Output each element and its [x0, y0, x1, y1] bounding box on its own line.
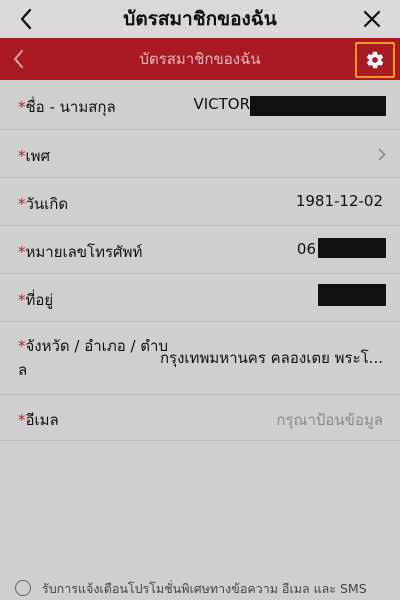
- address-label: *ที่อยู่: [18, 288, 53, 312]
- row-phone[interactable]: *หมายเลขโทรศัพท์ 06: [0, 226, 400, 274]
- member-form: *ชื่อ - นามสกุล VICTOR *เพศ *วันเกิด 198…: [0, 80, 400, 441]
- gender-label-text: เพศ: [25, 147, 51, 165]
- required-marker: *: [18, 147, 26, 165]
- gear-icon: [366, 51, 384, 69]
- address-label-text: ที่อยู่: [25, 291, 54, 309]
- consent-text: รับการแจ้งเตือนโปรโมชั่นพิเศษทางข้อความ …: [42, 581, 367, 596]
- phone-label: *หมายเลขโทรศัพท์: [18, 240, 142, 264]
- consent-radio[interactable]: [15, 580, 31, 596]
- page-title: บัตรสมาชิกของฉัน: [139, 50, 261, 68]
- chevron-left-icon: [14, 50, 23, 68]
- window-title: บัตรสมาชิกของฉัน: [123, 8, 277, 30]
- consent-row[interactable]: รับการแจ้งเตือนโปรโมชั่นพิเศษทางข้อความ …: [0, 570, 400, 600]
- birthday-value: 1981-12-02: [295, 192, 383, 210]
- province-label-line2: ล: [18, 361, 28, 379]
- header-back-button[interactable]: [8, 46, 30, 72]
- name-label-text: ชื่อ - นามสกุล: [25, 98, 116, 116]
- window-close-button[interactable]: [358, 4, 386, 34]
- row-email[interactable]: *อีเมล กรุณาป้อนข้อมูล: [0, 395, 400, 441]
- required-marker: *: [18, 411, 26, 429]
- name-label: *ชื่อ - นามสกุล: [18, 95, 116, 119]
- required-marker: *: [18, 195, 26, 213]
- redacted-surname: [250, 96, 386, 116]
- row-birthday[interactable]: *วันเกิด 1981-12-02: [0, 178, 400, 226]
- row-address[interactable]: *ที่อยู่: [0, 274, 400, 322]
- page-header: บัตรสมาชิกของฉัน: [0, 38, 400, 80]
- email-input[interactable]: กรุณาป้อนข้อมูล: [276, 408, 383, 432]
- email-label-text: อีเมล: [25, 411, 59, 429]
- province-label: *จังหวัด / อำเภอ / ตำบ ล: [18, 334, 168, 382]
- required-marker: *: [18, 243, 26, 261]
- name-value: VICTOR: [193, 95, 250, 113]
- window-titlebar: บัตรสมาชิกของฉัน: [0, 0, 400, 38]
- settings-button[interactable]: [355, 42, 395, 78]
- required-marker: *: [18, 98, 26, 116]
- required-marker: *: [18, 337, 26, 355]
- birthday-label-text: วันเกิด: [25, 195, 69, 213]
- close-icon: [363, 10, 381, 28]
- window-back-button[interactable]: [14, 4, 38, 34]
- required-marker: *: [18, 291, 26, 309]
- province-value: กรุงเทพมหานคร คลองเตย พระโ...: [159, 349, 383, 367]
- redacted-phone: [318, 238, 386, 258]
- gender-label: *เพศ: [18, 144, 50, 168]
- row-province[interactable]: *จังหวัด / อำเภอ / ตำบ ล กรุงเทพมหานคร ค…: [0, 322, 400, 395]
- row-gender[interactable]: *เพศ: [0, 130, 400, 178]
- email-label: *อีเมล: [18, 408, 59, 432]
- chevron-right-icon: [378, 148, 386, 161]
- birthday-label: *วันเกิด: [18, 192, 68, 216]
- phone-label-text: หมายเลขโทรศัพท์: [25, 243, 143, 261]
- redacted-address: [318, 284, 386, 306]
- row-name[interactable]: *ชื่อ - นามสกุล VICTOR: [0, 80, 400, 130]
- phone-value: 06: [296, 240, 316, 258]
- chevron-left-icon: [20, 8, 32, 30]
- province-label-line1: จังหวัด / อำเภอ / ตำบ: [25, 337, 169, 355]
